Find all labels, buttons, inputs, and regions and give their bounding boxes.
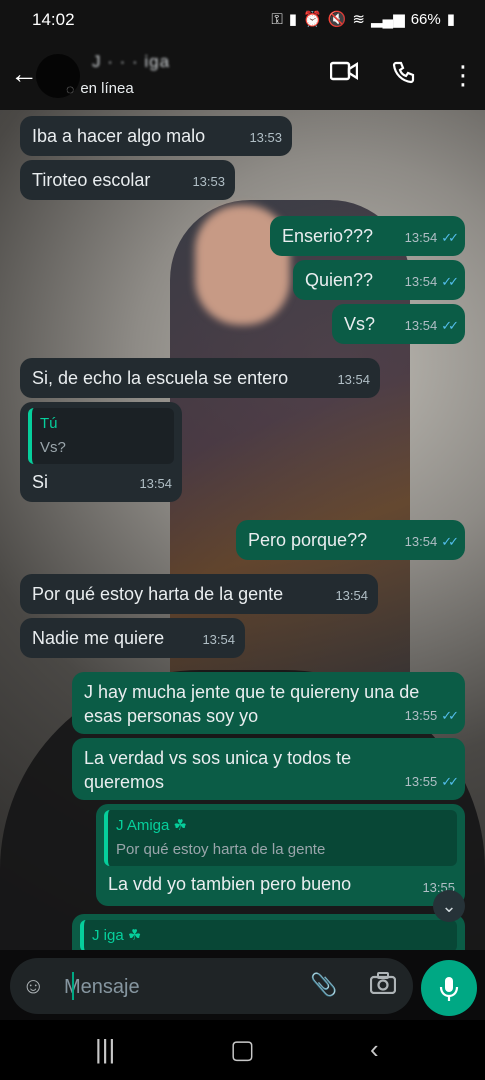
message-bubble[interactable]: Quien?? 13:54 ✓✓ — [293, 260, 465, 300]
message-composer: ☺ 📎 — [10, 958, 413, 1014]
chat-area[interactable]: Iba a hacer algo malo 13:53 Tiroteo esco… — [0, 110, 485, 950]
contact-status: ◌ en línea — [66, 80, 134, 97]
message-bubble[interactable]: J hay mucha jente que te quiereny una de… — [72, 672, 465, 734]
message-bubble[interactable]: Por qué estoy harta de la gente 13:54 — [20, 574, 378, 614]
message-text: Iba a hacer algo malo — [32, 126, 206, 146]
message-time: 13:54 — [337, 372, 370, 387]
quoted-text: Vs? — [40, 439, 66, 456]
recent-apps-icon[interactable]: ||| — [95, 1034, 115, 1065]
back-arrow-icon[interactable]: ← — [10, 58, 38, 90]
system-navigation-bar: ||| ▢ ‹ — [0, 1020, 485, 1080]
text-cursor — [72, 972, 74, 1000]
message-text: Por qué estoy harta de la gente — [32, 584, 284, 604]
reply-message-bubble[interactable]: J Amiga ☘ Por qué estoy harta de la gent… — [96, 804, 465, 906]
attach-icon[interactable]: 📎 — [310, 972, 337, 998]
message-input[interactable] — [62, 970, 286, 1004]
quoted-message[interactable]: Tú Vs? — [28, 408, 174, 464]
scroll-down-icon[interactable]: ⌄ — [433, 890, 465, 922]
quoted-author: J Amiga ☘ — [116, 817, 187, 834]
message-bubble[interactable]: Nadie me quiere 13:54 — [20, 618, 245, 658]
message-time: 13:54 — [139, 476, 172, 491]
message-text: J hay mucha jente que te quiereny una de… — [84, 682, 420, 726]
alarm-icon: ⏰ — [303, 11, 322, 28]
message-bubble[interactable]: Pero porque?? 13:54 ✓✓ — [236, 520, 465, 560]
reply-message-bubble[interactable]: Tú Vs? Si 13:54 — [20, 402, 182, 502]
message-text: Si, de echo la escuela se entero — [32, 368, 289, 388]
message-bubble[interactable]: Enserio??? 13:54 ✓✓ — [270, 216, 465, 256]
emoji-icon[interactable]: ☺ — [22, 973, 44, 999]
online-status: en línea — [80, 80, 134, 97]
input-bar: ☺ 📎 — [0, 950, 485, 1020]
message-text: La vdd yo tambien pero bueno — [108, 874, 352, 894]
key-icon: ⚿ — [271, 10, 283, 28]
read-receipt-icon: ✓✓ — [441, 274, 459, 289]
quoted-author: Tú — [40, 415, 58, 432]
message-bubble[interactable]: Vs? 13:54 ✓✓ — [332, 304, 465, 344]
message-time: 13:55 ✓✓ — [405, 770, 459, 794]
message-time: 13:53 — [192, 174, 225, 189]
message-bubble[interactable]: Iba a hacer algo malo 13:53 — [20, 116, 292, 156]
read-receipt-icon: ✓✓ — [441, 708, 459, 723]
message-bubble[interactable]: Si, de echo la escuela se entero 13:54 — [20, 358, 380, 398]
message-time: 13:53 — [249, 130, 282, 145]
video-call-icon[interactable] — [329, 60, 359, 89]
loading-icon: ◌ — [66, 80, 75, 97]
clock: 14:02 — [32, 10, 75, 29]
contact-name[interactable]: J · · · iga — [92, 52, 170, 72]
read-receipt-icon: ✓✓ — [441, 534, 459, 549]
signal-icon: ▂▄▆ — [371, 11, 405, 28]
message-text: Nadie me quiere — [32, 628, 165, 648]
read-receipt-icon: ✓✓ — [441, 774, 459, 789]
more-options-icon[interactable]: ⋮ — [450, 60, 476, 91]
battery-saver-icon: ▮ — [288, 11, 298, 28]
quoted-message[interactable]: J Amiga ☘ Por qué estoy harta de la gent… — [104, 810, 457, 866]
mute-icon: 🔇 — [327, 11, 347, 28]
battery-icon: ▮ — [446, 11, 455, 28]
quoted-message[interactable]: J iga ☘ — [80, 920, 457, 950]
message-text: Enserio??? — [282, 226, 374, 246]
status-icons: ⚿ ▮ ⏰ 🔇 ≋ ▂▄▆ 66% ▮ — [271, 10, 455, 29]
message-text: Tiroteo escolar — [32, 170, 151, 190]
read-receipt-icon: ✓✓ — [441, 230, 459, 245]
message-text: Si — [32, 472, 49, 492]
home-icon[interactable]: ▢ — [230, 1034, 255, 1065]
microphone-icon[interactable] — [421, 960, 477, 1016]
message-text: Pero porque?? — [248, 530, 368, 550]
read-receipt-icon: ✓✓ — [441, 318, 459, 333]
message-text: Quien?? — [305, 270, 374, 290]
message-time: 13:54 ✓✓ — [405, 226, 459, 250]
quoted-text: Por qué estoy harta de la gente — [116, 841, 326, 858]
camera-icon[interactable] — [369, 972, 397, 1000]
back-icon[interactable]: ‹ — [370, 1034, 379, 1065]
message-bubble[interactable]: Tiroteo escolar 13:53 — [20, 160, 235, 200]
chat-header: ← J · · · iga ◌ en línea ⋮ — [0, 42, 485, 110]
message-time: 13:54 — [202, 632, 235, 647]
message-text: Vs? — [344, 314, 376, 334]
message-time: 13:54 ✓✓ — [405, 530, 459, 554]
message-time: 13:54 ✓✓ — [405, 270, 459, 294]
wifi-icon: ≋ — [352, 11, 365, 28]
message-text: La verdad vs sos unica y todos te querem… — [84, 748, 352, 792]
quoted-author: J iga ☘ — [92, 927, 142, 944]
reply-message-bubble[interactable]: J iga ☘ — [72, 914, 465, 950]
message-time: 13:54 ✓✓ — [405, 314, 459, 338]
message-time: 13:54 — [335, 588, 368, 603]
message-time: 13:55 ✓✓ — [405, 704, 459, 728]
battery-percent: 66% — [410, 10, 441, 28]
status-bar: 14:02 ⚿ ▮ ⏰ 🔇 ≋ ▂▄▆ 66% ▮ — [0, 0, 485, 42]
message-bubble[interactable]: La verdad vs sos unica y todos te querem… — [72, 738, 465, 800]
phone-call-icon[interactable] — [392, 60, 416, 91]
